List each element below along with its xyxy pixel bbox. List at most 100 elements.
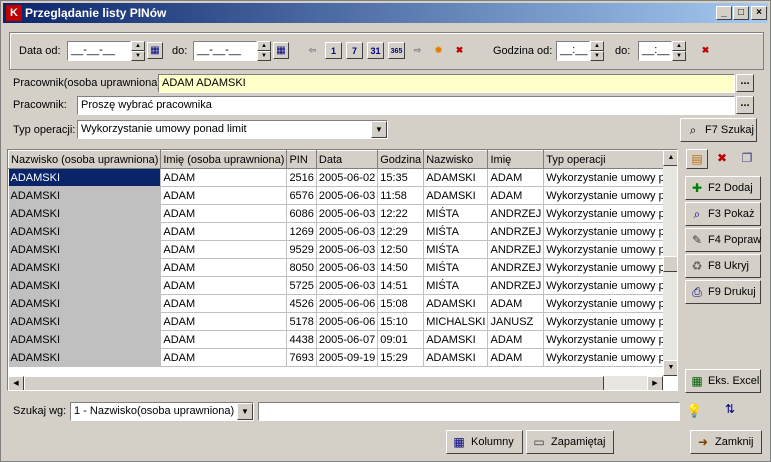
table-cell[interactable]: ADAMSKI [423,186,489,205]
table-cell[interactable]: 15:29 [377,348,425,367]
table-cell[interactable]: Wykorzystanie umowy ponad limit [543,222,677,241]
table-cell[interactable]: 12:50 [377,240,425,259]
table-cell[interactable]: Wykorzystanie umowy ponad limit [543,330,677,349]
table-cell[interactable]: JANUSZ [487,312,545,331]
table-cell[interactable]: 5178 [286,312,317,331]
column-header[interactable]: Godzina [377,150,425,169]
table-cell[interactable]: 14:50 [377,258,425,277]
table-cell[interactable]: 1269 [286,222,317,241]
column-header[interactable]: Data [315,150,379,169]
table-cell[interactable]: ANDRZEJ [487,240,545,259]
arrow-left-icon[interactable]: ⇦ [304,42,321,59]
calendar-icon[interactable]: ▦ [273,42,289,59]
lightbulb-icon[interactable]: 💡 [686,403,702,419]
table-cell[interactable]: ANDRZEJ [487,276,545,295]
table-row[interactable]: ADAMSKI ADAM 4438 2005-06-07 09:01 ADAMSKI ADA… [8,330,677,349]
table-cell[interactable]: MICHALSKI [423,312,489,331]
table-cell[interactable]: ADAMSKI [423,294,489,313]
table-cell[interactable]: ADAM [160,186,288,205]
export-excel-button[interactable]: ▦ Eks. Excel [685,369,761,393]
table-cell[interactable]: ADAMSKI [8,348,162,367]
date-from-spinner[interactable]: ▲ ▼ [131,41,145,61]
time-from-field[interactable]: __:__ [556,41,590,61]
column-header[interactable]: PIN [286,150,317,169]
employee-browse-button[interactable]: ... [736,96,754,114]
calendar-month-icon[interactable]: 31 [367,42,384,59]
table-cell[interactable]: 4438 [286,330,317,349]
table-cell[interactable]: 12:29 [377,222,425,241]
table-cell[interactable]: ADAMSKI [8,294,162,313]
table-cell[interactable]: ADAM [160,294,288,313]
table-row[interactable]: ADAMSKI ADAM 5725 2005-06-03 14:51 MIŚTA ANDRZ… [8,276,677,295]
table-cell[interactable]: ADAM [160,258,288,277]
calendar-day-icon[interactable]: 1 [325,42,342,59]
table-cell[interactable]: 2005-06-03 [316,204,379,223]
table-cell[interactable]: ANDRZEJ [487,204,545,223]
sort-az-icon[interactable]: ⇅ [725,402,735,416]
table-cell[interactable]: 2005-06-03 [316,258,379,277]
maximize-button[interactable]: □ [733,6,749,20]
calendar-year-icon[interactable]: 365 [388,42,405,59]
table-cell[interactable]: Wykorzystanie umowy ponad limit [543,294,677,313]
table-row[interactable]: ADAMSKI ADAM 4526 2005-06-06 15:08 ADAMSKI ADA… [8,294,677,313]
search-input[interactable] [258,402,680,421]
table-cell[interactable]: ADAMSKI [8,186,162,205]
date-to-field[interactable]: __-__-__ [193,41,257,61]
time-to-field[interactable]: __:__ [638,41,672,61]
clear-dates-icon[interactable]: ✖ [451,42,468,59]
authorized-employee-field[interactable]: ADAM ADAMSKI [158,74,735,93]
table-row[interactable]: ADAMSKI ADAM 7693 2005-09-19 15:29 ADAMSKI ADA… [8,348,677,367]
edit-button[interactable]: ✎ F4 Popraw [685,228,761,252]
table-cell[interactable]: 2516 [286,168,317,187]
table-cell[interactable]: 9529 [286,240,317,259]
columns-button[interactable]: ▦ Kolumny [446,430,523,454]
date-from-field[interactable]: __-__-__ [67,41,131,61]
delete-filter-icon[interactable]: ✖ [711,149,733,169]
table-cell[interactable]: 4526 [286,294,317,313]
minimize-button[interactable]: _ [716,6,732,20]
table-row[interactable]: ADAMSKI ADAM 5178 2005-06-06 15:10 MICHALSKI J… [8,312,677,331]
table-cell[interactable]: 2005-06-02 [316,168,379,187]
table-cell[interactable]: 15:10 [377,312,425,331]
table-cell[interactable]: 5725 [286,276,317,295]
table-cell[interactable]: ADAM [487,348,545,367]
authorized-employee-browse-button[interactable]: ... [736,74,754,92]
table-cell[interactable]: 11:58 [377,186,425,205]
table-cell[interactable]: 8050 [286,258,317,277]
table-cell[interactable]: Wykorzystanie umowy ponad limit [543,240,677,259]
table-row[interactable]: ADAMSKI ADAM 1269 2005-06-03 12:29 MIŚTA ANDRZ… [8,222,677,241]
pin-table[interactable]: Nazwisko (osoba uprawniona) Imię (osoba u… [7,149,678,391]
arrow-right-icon[interactable]: ⇨ [409,42,426,59]
table-cell[interactable]: 2005-06-06 [316,294,379,313]
table-cell[interactable]: ADAMSKI [423,168,489,187]
remember-button[interactable]: ▭ Zapamiętaj [526,430,614,454]
chevron-down-icon[interactable]: ▼ [237,403,253,420]
date-to-spinner[interactable]: ▲ ▼ [257,41,271,61]
calendar-icon[interactable]: ▦ [147,42,163,59]
search-field-select[interactable]: 1 - Nazwisko(osoba uprawniona) ▼ [70,402,254,421]
column-header[interactable]: Imię (osoba uprawniona) [160,150,288,169]
time-from-spinner[interactable]: ▲ ▼ [590,41,604,61]
table-cell[interactable]: ADAMSKI [8,258,162,277]
column-header[interactable]: Nazwisko (osoba uprawniona) [8,150,162,169]
table-cell[interactable]: Wykorzystanie umowy ponad limit [543,168,677,187]
table-cell[interactable]: ADAMSKI [8,168,162,187]
time-to-spinner[interactable]: ▲ ▼ [672,41,686,61]
table-cell[interactable]: 6576 [286,186,317,205]
table-cell[interactable]: ADAM [487,186,545,205]
table-cell[interactable]: 12:22 [377,204,425,223]
table-cell[interactable]: MIŚTA [423,276,489,295]
table-cell[interactable]: ADAMSKI [8,222,162,241]
table-cell[interactable]: ADAMSKI [8,240,162,259]
table-row[interactable]: ADAMSKI ADAM 6576 2005-06-03 11:58 ADAMSKI ADA… [8,186,677,205]
table-cell[interactable]: MIŚTA [423,222,489,241]
table-cell[interactable]: ADAM [487,168,545,187]
table-cell[interactable]: 2005-06-06 [316,312,379,331]
scroll-right-icon[interactable]: ▶ [647,376,663,390]
table-cell[interactable]: ADAM [160,276,288,295]
column-header[interactable]: Imię [487,150,545,169]
column-header[interactable]: Nazwisko [423,150,489,169]
table-cell[interactable]: ADAMSKI [423,330,489,349]
table-cell[interactable]: ADAM [160,312,288,331]
scroll-left-icon[interactable]: ◀ [8,376,24,390]
